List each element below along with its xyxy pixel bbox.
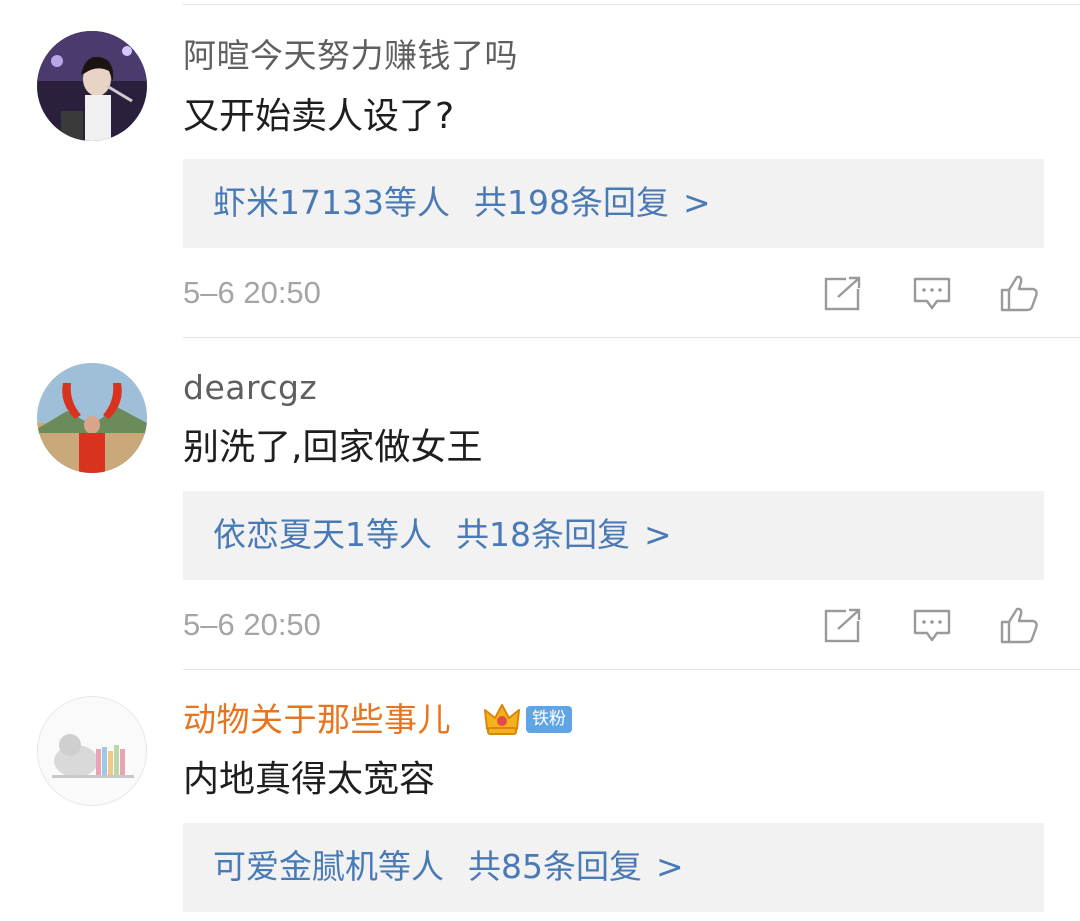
reply-count: 共18条回复 [456, 515, 630, 554]
reply-count: 共198条回复 [473, 183, 669, 222]
comment-text: 又开始卖人设了? [183, 96, 455, 137]
avatar-image [37, 363, 147, 473]
reply-preview[interactable]: 依恋夏天1等人 共18条回复 > [183, 491, 1044, 580]
comment-text: 别洗了,回家做女王 [183, 427, 483, 468]
reply-users: 依恋夏天1等人 [213, 515, 432, 554]
avatar[interactable] [37, 696, 147, 806]
crown-icon [482, 699, 522, 739]
comment-meta: 5–6 20:50 [0, 271, 1080, 315]
username[interactable]: 阿暄今天努力赚钱了吗 [183, 36, 518, 76]
fan-badge: 铁粉 [526, 706, 572, 733]
comment-meta: 5–6 20:50 [0, 603, 1080, 647]
reply-count: 共85条回复 [468, 847, 642, 886]
divider [183, 337, 1080, 338]
chevron-right-icon: > [644, 515, 672, 554]
comment-icon[interactable] [911, 605, 953, 645]
timestamp: 5–6 20:50 [183, 607, 321, 642]
reply-preview-text: 可爱金腻机等人 共85条回复 > [213, 845, 684, 889]
reply-users: 可爱金腻机等人 [213, 847, 444, 886]
avatar[interactable] [37, 31, 147, 141]
divider [183, 4, 1080, 5]
share-icon[interactable] [822, 273, 864, 313]
comment-list: 阿暄今天努力赚钱了吗 又开始卖人设了? 虾米17133等人 共198条回复 > 5–… [0, 0, 1080, 921]
divider [183, 669, 1080, 670]
reply-preview-text: 依恋夏天1等人 共18条回复 > [213, 513, 672, 557]
reply-preview[interactable]: 可爱金腻机等人 共85条回复 > [183, 823, 1044, 912]
chevron-right-icon: > [656, 847, 684, 886]
avatar[interactable] [37, 363, 147, 473]
reply-users: 虾米17133等人 [213, 183, 450, 222]
comment-text: 内地真得太宽容 [183, 759, 436, 800]
thumbs-up-icon[interactable] [998, 273, 1040, 313]
avatar-image [38, 697, 146, 805]
username[interactable]: 动物关于那些事儿 [183, 700, 451, 740]
username[interactable]: dearcgz [183, 368, 317, 408]
thumbs-up-icon[interactable] [998, 605, 1040, 645]
reply-preview-text: 虾米17133等人 共198条回复 > [213, 181, 711, 225]
avatar-image [37, 31, 147, 141]
chevron-right-icon: > [682, 183, 711, 222]
timestamp: 5–6 20:50 [183, 275, 321, 310]
share-icon[interactable] [822, 605, 864, 645]
comment-icon[interactable] [911, 273, 953, 313]
reply-preview[interactable]: 虾米17133等人 共198条回复 > [183, 159, 1044, 248]
